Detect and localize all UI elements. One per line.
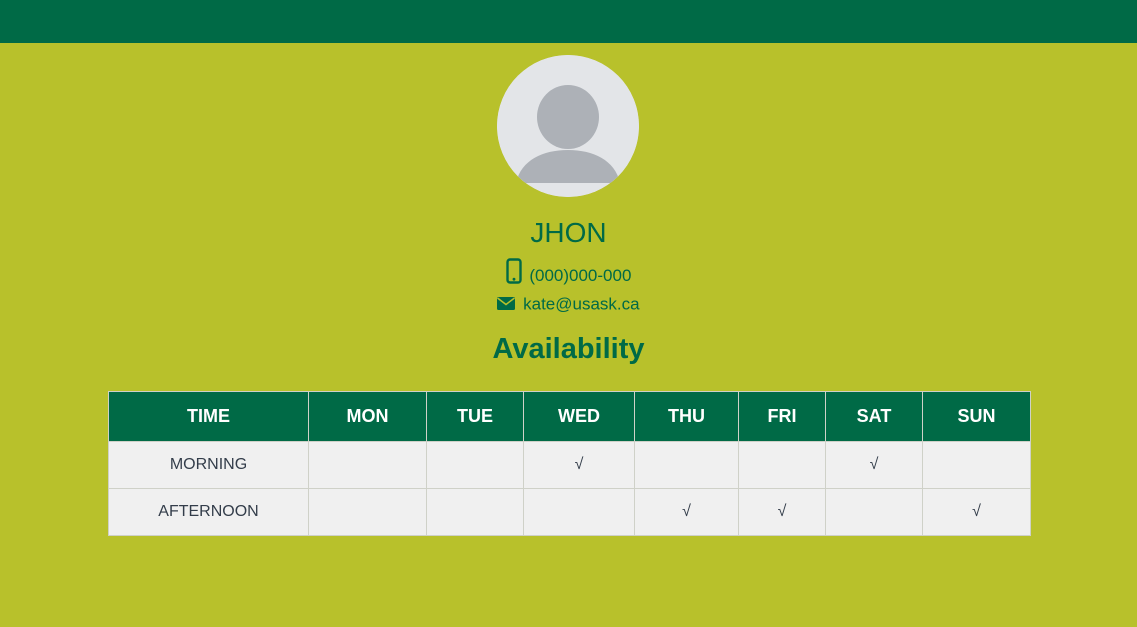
cell-afternoon-mon [308, 488, 427, 536]
cell-morning-mon [308, 441, 427, 489]
cell-morning-fri [738, 441, 826, 489]
cell-morning-sun [922, 441, 1031, 489]
mobile-phone-icon [505, 258, 522, 294]
cell-afternoon-wed [523, 488, 635, 536]
top-bar [0, 0, 1137, 43]
email-address: kate@usask.ca [523, 294, 640, 314]
cell-afternoon-fri: √ [738, 488, 826, 536]
phone-row: (000)000-000 [0, 258, 1137, 294]
cell-morning-thu [634, 441, 739, 489]
column-header-sat: SAT [825, 391, 923, 442]
cell-morning-sat: √ [825, 441, 923, 489]
user-silhouette-icon [497, 55, 639, 197]
column-header-thu: THU [634, 391, 739, 442]
cell-afternoon-thu: √ [634, 488, 739, 536]
column-header-fri: FRI [738, 391, 826, 442]
column-header-wed: WED [523, 391, 635, 442]
row-label-morning: MORNING [108, 441, 309, 489]
cell-morning-wed: √ [523, 441, 635, 489]
row-label-afternoon: AFTERNOON [108, 488, 309, 536]
column-header-tue: TUE [426, 391, 524, 442]
availability-table: TIME MON TUE WED THU FRI SAT SUN MORNING… [108, 391, 1031, 536]
availability-heading: Availability [492, 333, 645, 365]
cell-afternoon-sat [825, 488, 923, 536]
email-row: kate@usask.ca [0, 293, 1137, 316]
table-row-morning: MORNING √ √ [108, 441, 1031, 489]
phone-number: (000)000-000 [529, 266, 632, 285]
column-header-time: TIME [108, 391, 309, 442]
envelope-icon [497, 294, 516, 316]
cell-afternoon-tue [426, 488, 524, 536]
column-header-mon: MON [308, 391, 427, 442]
column-header-sun: SUN [922, 391, 1031, 442]
cell-afternoon-sun: √ [922, 488, 1031, 536]
profile-name: JHON [530, 217, 607, 248]
table-header-row: TIME MON TUE WED THU FRI SAT SUN [108, 391, 1031, 442]
avatar [497, 55, 639, 197]
table-row-afternoon: AFTERNOON √ √ √ [108, 488, 1031, 536]
cell-morning-tue [426, 441, 524, 489]
